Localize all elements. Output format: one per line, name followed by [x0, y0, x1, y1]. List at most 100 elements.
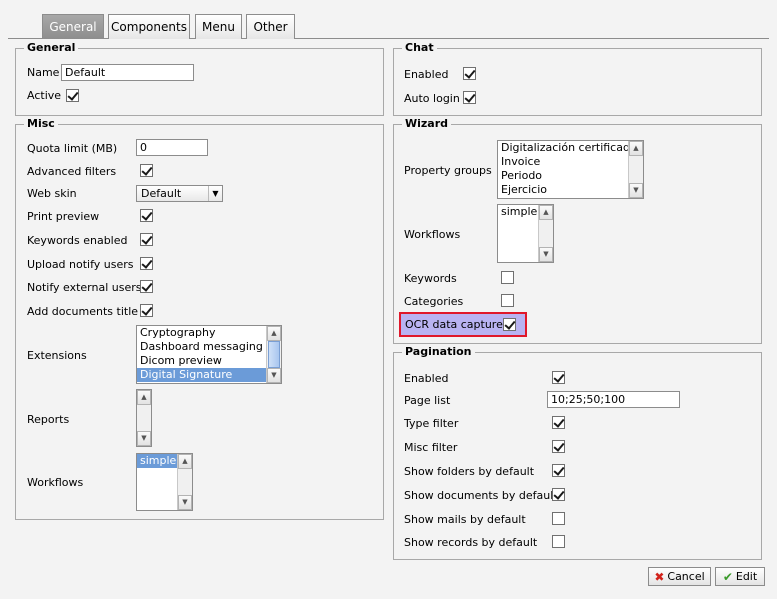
- pagination-fieldset: Pagination Enabled Page list Type filter…: [393, 345, 762, 560]
- chat-fieldset: Chat Enabled Auto login: [393, 41, 762, 116]
- show-records-checkbox[interactable]: [552, 535, 565, 548]
- edit-button-label: Edit: [735, 570, 758, 583]
- chevron-up-icon[interactable]: ▲: [539, 205, 553, 220]
- auto-login-checkbox[interactable]: [463, 91, 476, 104]
- property-groups-scrollbar[interactable]: ▲ ▼: [628, 141, 643, 198]
- cancel-button-label: Cancel: [667, 570, 705, 583]
- page-list-input[interactable]: [547, 391, 680, 408]
- show-documents-checkbox[interactable]: [552, 488, 565, 501]
- type-filter-checkbox[interactable]: [552, 416, 565, 429]
- active-checkbox[interactable]: [66, 89, 79, 102]
- property-groups-listbox[interactable]: Digitalización certificada Invoice Perio…: [497, 140, 644, 199]
- misc-workflows-label: Workflows: [27, 476, 84, 489]
- reports-label: Reports: [27, 413, 70, 426]
- web-skin-value: Default: [141, 187, 182, 200]
- general-legend: General: [24, 41, 79, 54]
- reports-listbox[interactable]: ▲ ▼: [136, 389, 152, 447]
- wizard-keywords-label: Keywords: [404, 272, 457, 285]
- wizard-workflows-listbox[interactable]: simple ▲ ▼: [497, 204, 554, 263]
- print-preview-checkbox[interactable]: [140, 209, 153, 222]
- chevron-down-icon[interactable]: ▼: [267, 368, 281, 383]
- list-item[interactable]: Digital Signature: [137, 368, 266, 382]
- list-item[interactable]: Dashboard messaging: [137, 340, 281, 354]
- list-item[interactable]: Invoice: [498, 155, 643, 169]
- show-documents-label: Show documents by default: [404, 489, 558, 502]
- chat-legend: Chat: [402, 41, 437, 54]
- add-docs-title-checkbox[interactable]: [140, 304, 153, 317]
- chat-enabled-checkbox[interactable]: [463, 67, 476, 80]
- upload-notify-checkbox[interactable]: [140, 257, 153, 270]
- checkmark-icon: ✔: [722, 569, 733, 584]
- keywords-enabled-checkbox[interactable]: [140, 233, 153, 246]
- misc-fieldset: Misc Quota limit (MB) Advanced filters W…: [15, 117, 384, 520]
- add-docs-title-label: Add documents title: [27, 305, 139, 318]
- ocr-highlight: OCR data capture: [399, 312, 527, 337]
- wizard-categories-checkbox[interactable]: [501, 294, 514, 307]
- show-mails-label: Show mails by default: [404, 513, 526, 526]
- list-item[interactable]: Digitalización certificada: [498, 141, 643, 155]
- chevron-up-icon[interactable]: ▲: [629, 141, 643, 156]
- notify-external-label: Notify external users: [27, 281, 142, 294]
- list-item[interactable]: simple: [498, 205, 538, 219]
- list-item[interactable]: Periodo: [498, 169, 643, 183]
- extensions-scrollbar[interactable]: ▲ ▼: [266, 326, 281, 383]
- list-item[interactable]: Dicom preview: [137, 354, 281, 368]
- tab-components[interactable]: Components: [108, 14, 190, 39]
- page-list-label: Page list: [404, 394, 451, 407]
- wizard-categories-label: Categories: [404, 295, 464, 308]
- show-folders-label: Show folders by default: [404, 465, 535, 478]
- list-item[interactable]: Ejercicio: [498, 183, 643, 197]
- extensions-listbox[interactable]: Cryptography Dashboard messaging Dicom p…: [136, 325, 282, 384]
- keywords-enabled-label: Keywords enabled: [27, 234, 128, 247]
- ocr-data-capture-checkbox[interactable]: [503, 318, 516, 331]
- chevron-up-icon[interactable]: ▲: [137, 390, 151, 405]
- upload-notify-label: Upload notify users: [27, 258, 134, 271]
- misc-workflows-scrollbar[interactable]: ▲ ▼: [177, 454, 192, 510]
- scroll-thumb[interactable]: [268, 341, 280, 368]
- chevron-down-icon[interactable]: ▼: [178, 495, 192, 510]
- name-label: Name: [27, 66, 60, 79]
- advanced-filters-checkbox[interactable]: [140, 164, 153, 177]
- active-label: Active: [27, 89, 62, 102]
- pagination-legend: Pagination: [402, 345, 475, 358]
- property-groups-label: Property groups: [404, 164, 492, 177]
- extensions-label: Extensions: [27, 349, 87, 362]
- cancel-button[interactable]: ✖ Cancel: [648, 567, 711, 586]
- wizard-workflows-scrollbar[interactable]: ▲ ▼: [538, 205, 553, 262]
- misc-filter-checkbox[interactable]: [552, 440, 565, 453]
- misc-filter-label: Misc filter: [404, 441, 458, 454]
- list-item[interactable]: Cryptography: [137, 326, 281, 340]
- chevron-down-icon[interactable]: ▼: [629, 183, 643, 198]
- misc-workflows-listbox[interactable]: simple ▲ ▼: [136, 453, 193, 511]
- wizard-workflows-label: Workflows: [404, 228, 461, 241]
- quota-label: Quota limit (MB): [27, 142, 118, 155]
- name-input[interactable]: [61, 64, 194, 81]
- reports-scrollbar[interactable]: ▲ ▼: [137, 390, 151, 446]
- general-fieldset: General Name Active: [15, 41, 384, 116]
- notify-external-checkbox[interactable]: [140, 280, 153, 293]
- list-item[interactable]: simple: [137, 454, 177, 468]
- quota-input[interactable]: [136, 139, 208, 156]
- web-skin-select[interactable]: Default ▼: [136, 185, 223, 202]
- web-skin-label: Web skin: [27, 187, 77, 200]
- show-records-label: Show records by default: [404, 536, 538, 549]
- show-mails-checkbox[interactable]: [552, 512, 565, 525]
- close-icon: ✖: [654, 569, 665, 584]
- tab-other[interactable]: Other: [246, 14, 295, 39]
- chevron-up-icon[interactable]: ▲: [267, 326, 281, 341]
- chevron-down-icon: ▼: [208, 186, 222, 201]
- show-folders-checkbox[interactable]: [552, 464, 565, 477]
- pagination-enabled-checkbox[interactable]: [552, 371, 565, 384]
- tab-general[interactable]: General: [42, 14, 104, 39]
- chevron-down-icon[interactable]: ▼: [137, 431, 151, 446]
- chevron-down-icon[interactable]: ▼: [539, 247, 553, 262]
- edit-button[interactable]: ✔ Edit: [715, 567, 765, 586]
- tab-menu[interactable]: Menu: [195, 14, 242, 39]
- wizard-fieldset: Wizard Property groups Digitalización ce…: [393, 117, 762, 344]
- ocr-data-capture-label: OCR data capture: [405, 318, 503, 331]
- auto-login-label: Auto login: [404, 92, 460, 105]
- tab-bar: General Components Menu Other: [0, 0, 777, 40]
- wizard-keywords-checkbox[interactable]: [501, 271, 514, 284]
- wizard-legend: Wizard: [402, 117, 452, 130]
- chevron-up-icon[interactable]: ▲: [178, 454, 192, 469]
